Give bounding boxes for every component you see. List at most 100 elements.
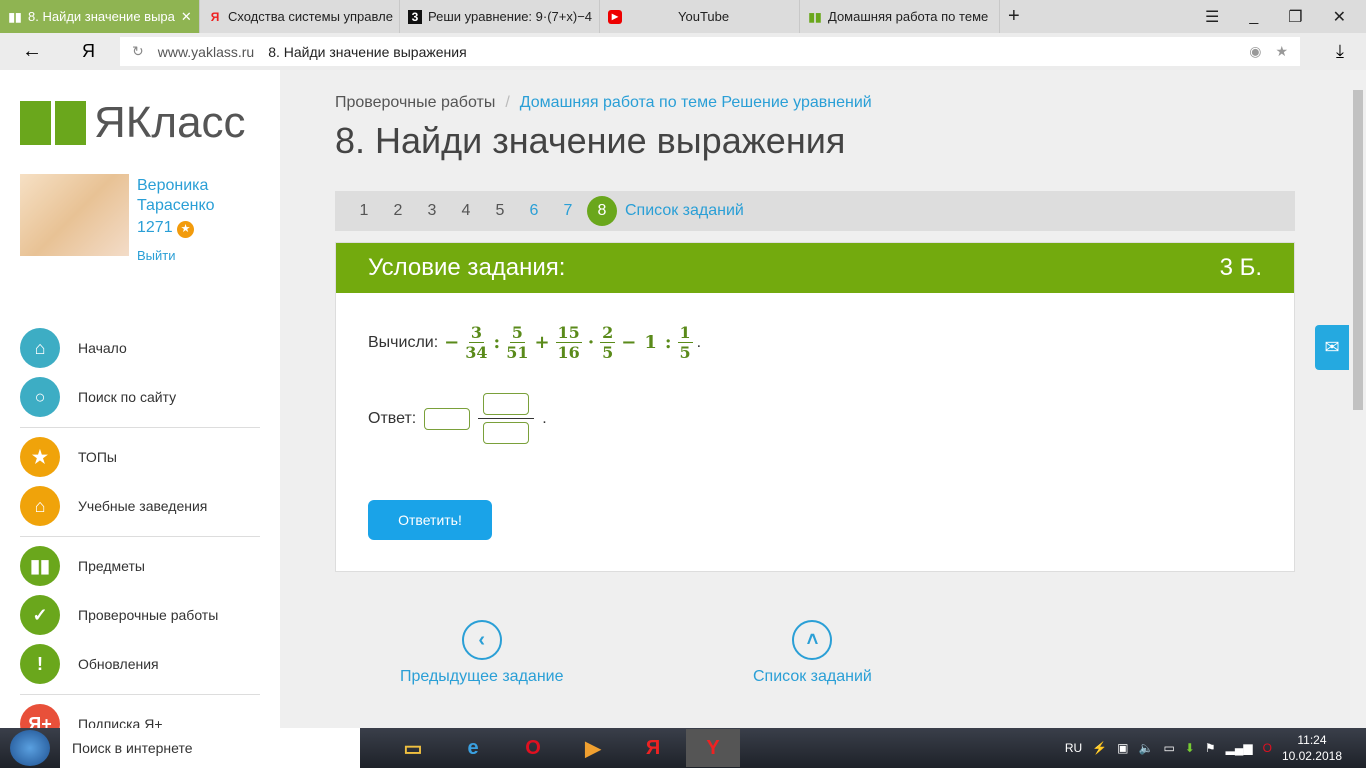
fraction: 15 [677, 323, 693, 362]
app-tray-icon[interactable]: ▣ [1117, 741, 1128, 755]
page-8-current[interactable]: 8 [587, 196, 617, 226]
yaklass-logo[interactable]: ЯКласс [20, 98, 246, 148]
avatar[interactable] [20, 174, 129, 256]
signal-icon[interactable]: ▂▄▆ [1226, 741, 1253, 755]
explorer-icon[interactable]: ▭ [386, 729, 440, 767]
submit-button[interactable]: Ответить! [368, 500, 492, 540]
building-icon: ⌂ [20, 486, 60, 526]
clock-date[interactable]: 10.02.2018 [1282, 748, 1342, 764]
3-icon: 3 [408, 9, 422, 24]
sidebar-item-search[interactable]: ○ Поиск по сайту [20, 377, 260, 417]
home-icon: ⌂ [20, 328, 60, 368]
user-last-name[interactable]: Тарасенко [137, 196, 215, 216]
volume-icon[interactable]: 🔈 [1139, 741, 1154, 755]
taskbar: Поиск в интернете ▭ e O ▶ Я Y RU ⚡ ▣ 🔈 ▭… [0, 728, 1366, 768]
menu-icon[interactable]: ☰ [1205, 7, 1219, 27]
search-icon: ○ [20, 377, 60, 417]
task-pager: 1 2 3 4 5 6 7 8 Список заданий [335, 191, 1295, 231]
yaklass-icon: ▮▮ [808, 9, 822, 24]
user-points: 1271 [137, 219, 173, 236]
breadcrumb: Проверочные работы / Домашняя работа по те… [335, 94, 872, 111]
taskbar-search[interactable]: Поиск в интернете [60, 728, 360, 768]
denominator-input[interactable] [483, 422, 530, 444]
task-expression: Вычисли: − 3 34 : 5 51 + 15 16 · 25 − 1 : 1… [368, 323, 702, 362]
back-icon[interactable]: ← [22, 40, 42, 63]
download-icon[interactable]: ⬇ [1185, 741, 1195, 755]
fraction: 3 34 [465, 323, 488, 362]
yaklass-icon: ▮▮ [8, 9, 22, 24]
yandex-browser-icon[interactable]: Y [686, 729, 740, 767]
restore-icon[interactable]: ❐ [1288, 7, 1302, 27]
ie-icon[interactable]: e [446, 729, 500, 767]
user-first-name[interactable]: Вероника [137, 176, 215, 196]
answer-row: Ответ: . [368, 393, 547, 444]
chevron-left-icon: ‹ [461, 620, 502, 660]
page-2[interactable]: 2 [381, 202, 415, 220]
close-icon[interactable]: ✕ [1333, 7, 1346, 27]
language-indicator[interactable]: RU [1065, 741, 1082, 755]
breadcrumb-homework[interactable]: Домашняя работа по теме Решение уравнени… [520, 94, 872, 111]
exclamation-icon: ! [20, 644, 60, 684]
page-4[interactable]: 4 [449, 202, 483, 220]
sidebar-item-schools[interactable]: ⌂ Учебные заведения [20, 486, 260, 526]
fraction: 15 16 [555, 323, 582, 362]
sidebar-item-updates[interactable]: ! Обновления [20, 644, 260, 684]
page-1[interactable]: 1 [347, 202, 381, 220]
mail-icon[interactable]: ✉ [1315, 325, 1349, 370]
whole-part-input[interactable] [424, 407, 471, 430]
page-3[interactable]: 3 [415, 202, 449, 220]
star-icon: ★ [20, 437, 60, 477]
page-7[interactable]: 7 [551, 202, 585, 220]
task-list-bottom-link[interactable]: ˄ Список заданий [753, 620, 872, 686]
minimize-icon[interactable]: _ [1249, 8, 1258, 26]
reload-icon[interactable]: ↻ [132, 43, 144, 60]
fraction: 5 51 [506, 323, 529, 362]
sidebar-item-tops[interactable]: ★ ТОПы [20, 437, 260, 477]
tab-equation[interactable]: 3 Реши уравнение: 9·(7+x)−4 [400, 0, 600, 33]
previous-task-link[interactable]: ‹ Предыдущее задание [400, 620, 563, 686]
page-6[interactable]: 6 [517, 202, 551, 220]
card-title: Условие задания: [368, 254, 566, 281]
bookmark-star-icon[interactable]: ★ [1275, 43, 1288, 60]
start-button[interactable] [10, 730, 50, 766]
power-icon[interactable]: ⚡ [1092, 741, 1107, 755]
opera-icon[interactable]: O [506, 729, 560, 767]
yandex-button[interactable]: Я [82, 41, 95, 62]
url-field[interactable]: ↻ www.yaklass.ru 8. Найди значение выраж… [120, 37, 1300, 66]
check-icon: ✓ [20, 595, 60, 635]
logout-link[interactable]: Выйти [137, 246, 215, 266]
address-bar: ← Я ↻ www.yaklass.ru 8. Найди значение в… [0, 33, 1366, 70]
numerator-input[interactable] [483, 393, 530, 415]
clock-time[interactable]: 11:24 [1282, 732, 1342, 748]
task-points: 3 Б. [1219, 254, 1262, 281]
book-icon: ▮▮ [20, 546, 60, 586]
new-tab-button[interactable]: + [1000, 0, 1034, 33]
protect-icon[interactable]: ◉ [1249, 43, 1261, 60]
opera-tray-icon[interactable]: O [1263, 741, 1272, 755]
page-title: 8. Найди значение выражения [335, 120, 846, 161]
page-5[interactable]: 5 [483, 202, 517, 220]
tab-bar: ▮▮ 8. Найди значение выра ✕ Я Сходства сист… [0, 0, 1366, 33]
yandex-icon[interactable]: Я [626, 729, 680, 767]
task-card: Условие задания: 3 Б. Вычисли: − 3 34 : 55… [335, 242, 1295, 572]
tab-homework[interactable]: ▮▮ Домашняя работа по теме [800, 0, 1000, 33]
fraction: 25 [600, 323, 616, 362]
chevron-up-icon: ˄ [792, 620, 833, 660]
monitor-icon[interactable]: ▭ [1163, 741, 1174, 755]
media-icon[interactable]: ▶ [566, 729, 620, 767]
download-icon[interactable]: ⤓ [1336, 41, 1344, 62]
sidebar: ЯКласс Вероника Тарасенко 1271 ★ Выйти ⌂ Н… [0, 70, 280, 744]
breadcrumb-tests[interactable]: Проверочные работы [335, 94, 495, 111]
close-tab-icon[interactable]: ✕ [181, 9, 192, 25]
tab-yandex[interactable]: Я Сходства системы управле [200, 0, 400, 33]
star-icon: ★ [177, 221, 195, 238]
flag-icon[interactable]: ⚑ [1205, 741, 1216, 755]
scrollbar[interactable] [1350, 70, 1366, 728]
task-list-link[interactable]: Список заданий [625, 202, 744, 220]
sidebar-item-tests[interactable]: ✓ Проверочные работы [20, 595, 260, 635]
sidebar-item-home[interactable]: ⌂ Начало [20, 328, 260, 368]
youtube-icon: ▶ [608, 9, 622, 24]
sidebar-item-subjects[interactable]: ▮▮ Предметы [20, 546, 260, 586]
tab-youtube[interactable]: ▶ YouTube [600, 0, 800, 33]
tab-yaklass-task[interactable]: ▮▮ 8. Найди значение выра ✕ [0, 0, 200, 33]
